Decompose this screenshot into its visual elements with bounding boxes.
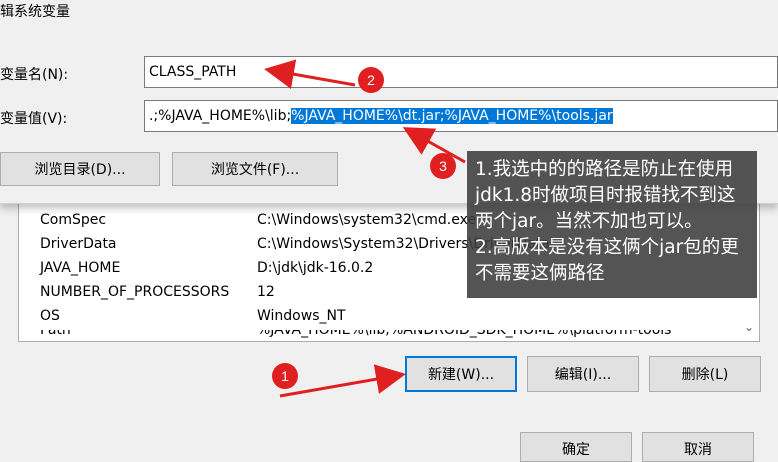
annotation-badge-2: 2 <box>358 67 384 93</box>
arrow-2 <box>264 59 356 89</box>
arrow-1 <box>279 364 406 398</box>
annotation-badge-1: 1 <box>272 363 298 389</box>
annotation-badge-3: 3 <box>430 153 456 179</box>
annotation-arrows <box>264 59 466 398</box>
